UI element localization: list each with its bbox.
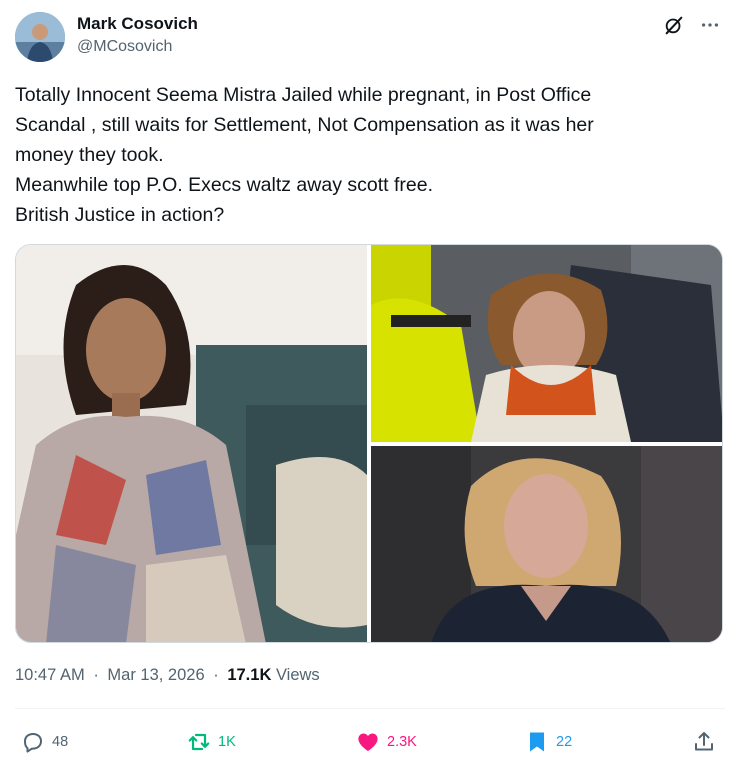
repost-button[interactable]: 1K <box>187 726 236 758</box>
tweet-line: Totally Innocent Seema Mistra Jailed whi… <box>15 84 592 106</box>
tweet-meta: 10:47 AM · Mar 13, 2026 · 17.1K Views <box>15 666 320 685</box>
tweet-header: Mark Cosovich @MCosovich <box>15 12 725 64</box>
photo-woman-on-sofa[interactable] <box>16 245 367 642</box>
photo-woman-in-crowd[interactable] <box>371 245 722 442</box>
divider <box>15 708 725 709</box>
avatar[interactable] <box>15 12 65 62</box>
reply-count: 48 <box>52 734 69 750</box>
repost-icon <box>188 733 210 751</box>
separator-dot: · <box>93 666 99 684</box>
tweet-line: British Justice in action? <box>15 204 225 226</box>
media-grid <box>15 244 723 643</box>
like-button[interactable]: 2.3K <box>356 726 417 758</box>
author-name[interactable]: Mark Cosovich <box>77 14 198 34</box>
heart-icon <box>358 733 378 751</box>
share-button[interactable] <box>692 726 716 758</box>
timestamp-date[interactable]: Mar 13, 2026 <box>107 666 204 684</box>
repost-count: 1K <box>218 734 236 750</box>
bookmark-icon <box>530 732 544 752</box>
avatar-photo-icon <box>15 12 65 62</box>
tweet-text: Totally Innocent Seema Mistra Jailed whi… <box>15 80 715 230</box>
bookmark-count: 22 <box>556 734 573 750</box>
photo-blonde-woman[interactable] <box>371 446 722 642</box>
more-icon[interactable] <box>699 14 721 36</box>
share-icon <box>695 732 713 751</box>
separator-dot: · <box>213 666 219 684</box>
reply-button[interactable]: 48 <box>21 726 68 758</box>
timestamp-time[interactable]: 10:47 AM <box>15 666 85 684</box>
author-handle[interactable]: @MCosovich <box>77 36 198 58</box>
views-label: Views <box>275 666 320 684</box>
author-block[interactable]: Mark Cosovich @MCosovich <box>77 14 198 58</box>
reply-icon <box>24 733 42 753</box>
views-count: 17.1K <box>227 666 272 684</box>
tweet-line: Scandal , still waits for Settlement, No… <box>15 114 594 136</box>
tweet-line: money they took. <box>15 144 164 166</box>
bookmark-button[interactable]: 22 <box>525 726 572 758</box>
action-bar: 48 1K 2.3K 22 <box>15 726 725 758</box>
tweet-line: Meanwhile top P.O. Execs waltz away scot… <box>15 174 433 196</box>
bottom-cut-off-row <box>15 770 725 778</box>
grok-icon[interactable] <box>663 14 685 36</box>
like-count: 2.3K <box>387 734 417 750</box>
